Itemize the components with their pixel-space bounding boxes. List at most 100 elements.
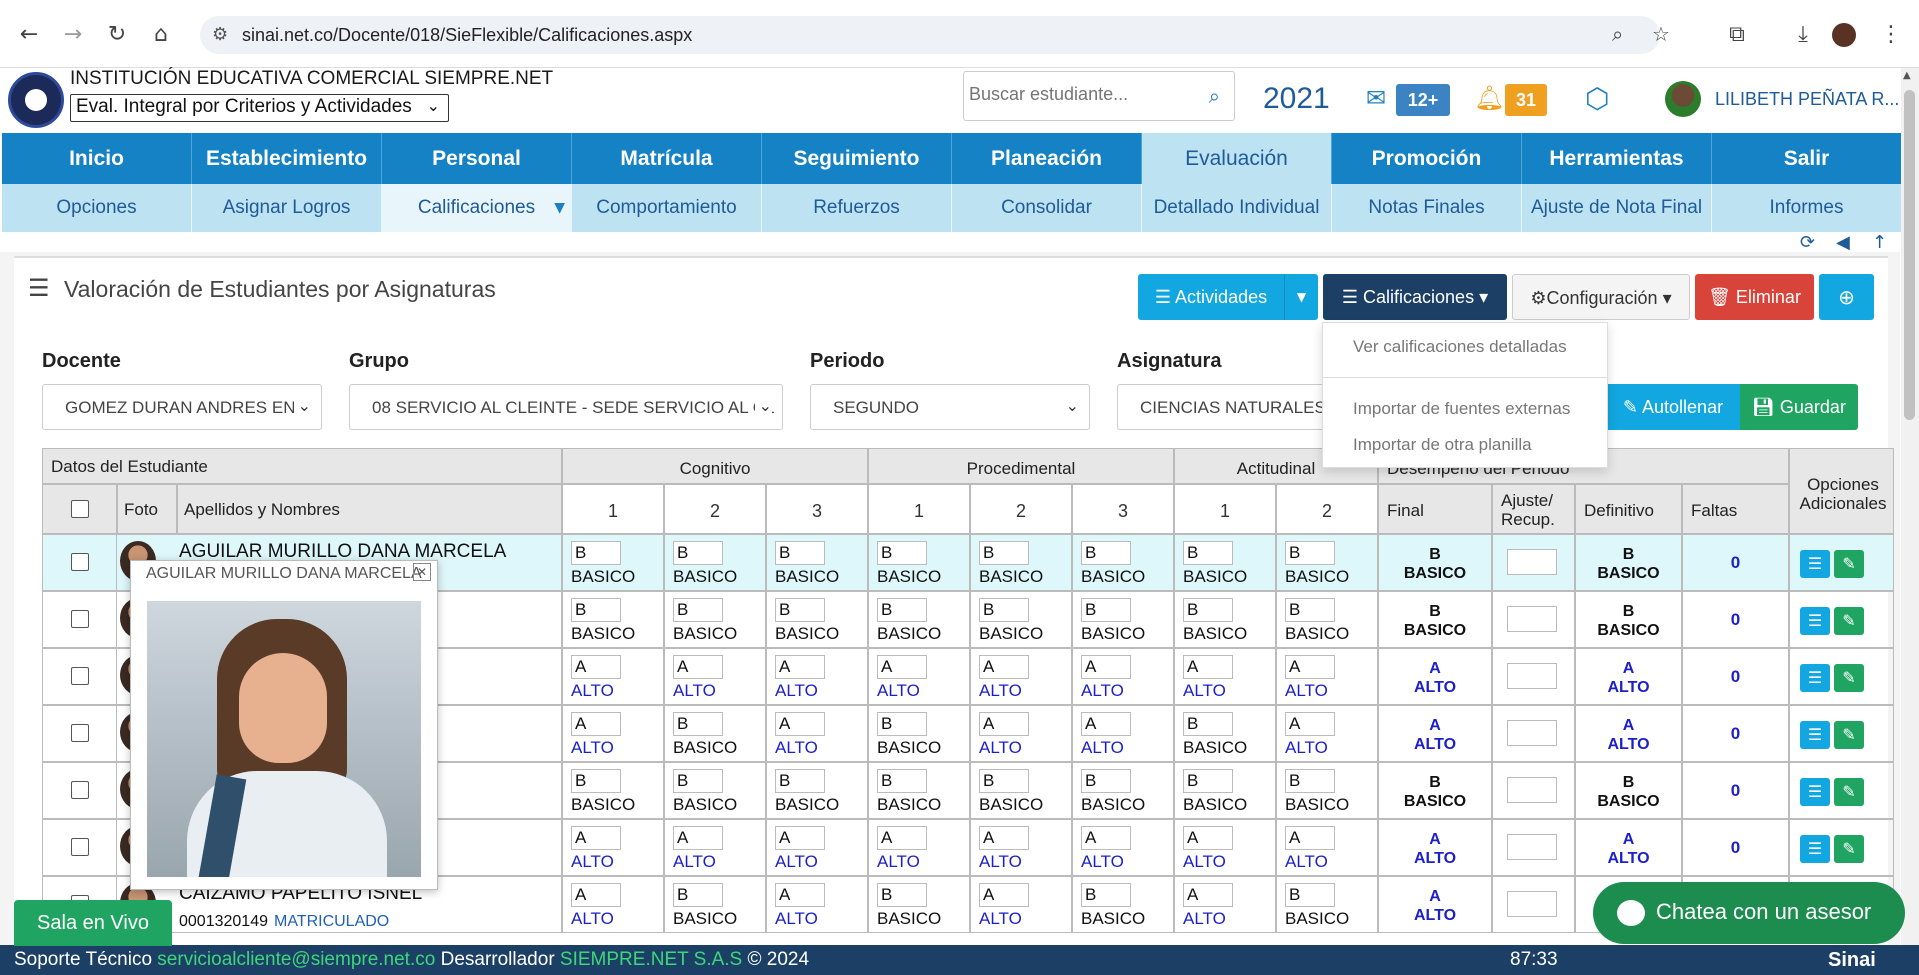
arrow-up-icon[interactable]: ↑ <box>1872 232 1887 253</box>
nav-item-5[interactable]: Planeación <box>952 133 1142 184</box>
grade-input[interactable]: B <box>1081 541 1131 565</box>
url-text[interactable]: sinai.net.co/Docente/018/SieFlexible/Cal… <box>242 25 692 46</box>
ajuste-input[interactable] <box>1507 606 1557 632</box>
grade-input[interactable]: A <box>673 655 723 679</box>
eval-mode-select[interactable]: Eval. Integral por Criterios y Actividad… <box>70 94 449 122</box>
site-info-icon[interactable]: ⚙ <box>212 24 228 45</box>
grade-input[interactable]: B <box>1081 883 1131 907</box>
nav-item-6[interactable]: Evaluación <box>1142 133 1332 184</box>
grade-input[interactable]: A <box>1285 826 1335 850</box>
home-icon[interactable]: ⌂ <box>146 20 176 50</box>
grade-input[interactable]: A <box>775 883 825 907</box>
edit-pencil-icon[interactable]: ✎ <box>1834 778 1864 806</box>
profile-avatar[interactable] <box>1832 23 1856 47</box>
grade-input[interactable]: A <box>775 826 825 850</box>
list-icon[interactable]: ☰ <box>1800 607 1830 635</box>
address-bar[interactable]: ⚙ sinai.net.co/Docente/018/SieFlexible/C… <box>200 16 1670 54</box>
grade-input[interactable]: B <box>1285 598 1335 622</box>
grade-input[interactable]: B <box>1183 541 1233 565</box>
dropdown-item-ver-detalladas[interactable]: Ver calificaciones detalladas <box>1353 337 1567 357</box>
close-icon[interactable]: ✕ <box>413 563 431 581</box>
bell-icon[interactable]: 🔔︎ <box>1474 84 1504 112</box>
grade-input[interactable]: A <box>571 883 621 907</box>
edit-pencil-icon[interactable]: ✎ <box>1834 550 1864 578</box>
user-name[interactable]: LILIBETH PEÑATA R... <box>1715 89 1899 110</box>
grade-input[interactable]: B <box>673 769 723 793</box>
subnav-item-7[interactable]: Notas Finales <box>1332 184 1522 232</box>
list-icon[interactable]: ☰ <box>1800 664 1830 692</box>
grade-input[interactable]: B <box>1081 769 1131 793</box>
grade-input[interactable]: B <box>673 541 723 565</box>
subnav-item-1[interactable]: Asignar Logros <box>192 184 382 232</box>
subnav-item-9[interactable]: Informes <box>1712 184 1902 232</box>
nav-item-4[interactable]: Seguimiento <box>762 133 952 184</box>
grade-input[interactable]: B <box>1285 883 1335 907</box>
grade-input[interactable]: B <box>979 598 1029 622</box>
select-all-checkbox[interactable] <box>71 500 89 518</box>
mail-badge[interactable]: 12+ <box>1396 84 1450 116</box>
extensions-icon[interactable]: ⧉ <box>1722 20 1752 50</box>
grade-input[interactable]: B <box>775 541 825 565</box>
ajuste-input[interactable] <box>1507 777 1557 803</box>
caret-down-icon[interactable]: ▼ <box>554 184 565 232</box>
footer-email-link[interactable]: servicioalcliente@siempre.net.co <box>157 949 435 970</box>
grade-input[interactable]: B <box>1285 541 1335 565</box>
download-icon[interactable]: ⤓ <box>1788 20 1818 50</box>
dropdown-item-importar-planilla[interactable]: Importar de otra planilla <box>1353 435 1532 455</box>
back-icon[interactable]: ← <box>14 20 44 50</box>
grade-input[interactable]: A <box>1285 712 1335 736</box>
grade-input[interactable]: B <box>673 712 723 736</box>
grade-input[interactable]: A <box>775 712 825 736</box>
eliminar-button[interactable]: 🗑︎ Eliminar <box>1695 274 1814 320</box>
subnav-item-4[interactable]: Refuerzos <box>762 184 952 232</box>
grade-input[interactable]: B <box>877 883 927 907</box>
subnav-item-5[interactable]: Consolidar <box>952 184 1142 232</box>
grade-input[interactable]: A <box>877 826 927 850</box>
asignatura-select[interactable]: CIENCIAS NATURALES Y <box>1117 384 1327 430</box>
grade-input[interactable]: B <box>877 541 927 565</box>
row-checkbox[interactable] <box>71 838 89 856</box>
subnav-item-6[interactable]: Detallado Individual <box>1142 184 1332 232</box>
list-icon[interactable]: ☰ <box>1800 778 1830 806</box>
grade-input[interactable]: B <box>571 598 621 622</box>
scrollbar-thumb[interactable] <box>1904 90 1915 420</box>
search-icon[interactable]: ⌕ <box>1209 84 1220 108</box>
scroll-up-icon[interactable]: ▲ <box>1903 70 1911 81</box>
grupo-select[interactable]: 08 SERVICIO AL CLEINTE - SEDE SERVICIO A… <box>349 384 783 430</box>
footer-company-link[interactable]: SIEMPRE.NET S.A.S <box>560 949 742 970</box>
grade-input[interactable]: B <box>979 541 1029 565</box>
grade-input[interactable]: B <box>1183 712 1233 736</box>
configuracion-button[interactable]: ⚙Configuración ▾ <box>1512 274 1690 320</box>
row-checkbox[interactable] <box>71 610 89 628</box>
nav-item-0[interactable]: Inicio <box>2 133 192 184</box>
help-button[interactable]: ⊕ <box>1819 274 1874 320</box>
reload-icon[interactable]: ↻ <box>102 20 132 50</box>
ajuste-input[interactable] <box>1507 549 1557 575</box>
nav-item-1[interactable]: Establecimiento <box>192 133 382 184</box>
subnav-item-0[interactable]: Opciones <box>2 184 192 232</box>
grade-input[interactable]: A <box>1285 655 1335 679</box>
subnav-item-8[interactable]: Ajuste de Nota Final <box>1522 184 1712 232</box>
calificaciones-button[interactable]: ☰ Calificaciones ▾ <box>1323 274 1507 320</box>
grade-input[interactable]: A <box>979 883 1029 907</box>
grade-input[interactable]: B <box>775 769 825 793</box>
notification-badge[interactable]: 31 <box>1505 84 1547 116</box>
ajuste-input[interactable] <box>1507 834 1557 860</box>
edit-pencil-icon[interactable]: ✎ <box>1834 664 1864 692</box>
guardar-button[interactable]: 💾︎ Guardar <box>1740 384 1858 430</box>
zoom-icon[interactable]: ⌕ <box>1612 22 1623 46</box>
row-checkbox[interactable] <box>71 781 89 799</box>
grade-input[interactable]: B <box>775 598 825 622</box>
grade-input[interactable]: A <box>979 826 1029 850</box>
mail-icon[interactable]: ✉ <box>1366 84 1386 112</box>
grade-input[interactable]: A <box>571 826 621 850</box>
subnav-item-2[interactable]: Calificaciones ▼ <box>382 184 572 232</box>
grade-input[interactable]: A <box>673 826 723 850</box>
autollenar-button[interactable]: ✎ Autollenar <box>1606 384 1740 430</box>
grade-input[interactable]: A <box>877 655 927 679</box>
grade-input[interactable]: A <box>1081 826 1131 850</box>
list-icon[interactable]: ☰ <box>1800 550 1830 578</box>
back-circle-icon[interactable]: ◀ <box>1836 232 1850 253</box>
user-avatar[interactable] <box>1665 81 1701 117</box>
search-input[interactable] <box>969 84 1189 105</box>
